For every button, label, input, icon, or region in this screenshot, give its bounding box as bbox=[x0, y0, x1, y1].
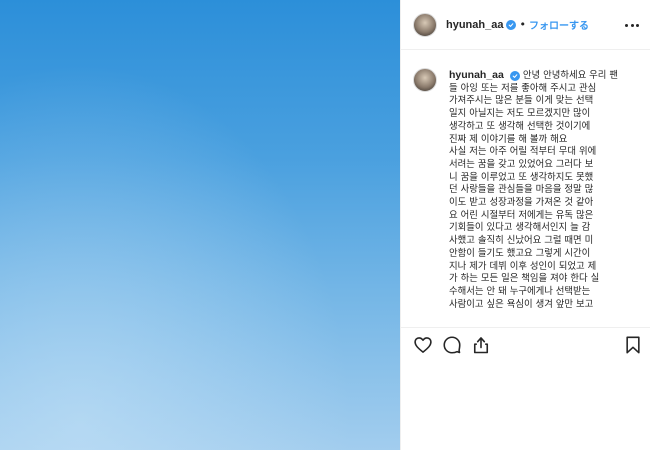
heart-icon[interactable] bbox=[413, 335, 433, 355]
caption-line: 안함이 들기도 했고요 그렇게 시간이 bbox=[449, 247, 591, 259]
caption-line: 요 어린 시절부터 저에게는 유독 많은 bbox=[449, 209, 594, 221]
caption-username[interactable]: hyunah_aa bbox=[449, 69, 504, 81]
follow-button[interactable]: フォローする bbox=[529, 17, 589, 32]
caption-line: 기회들이 있다고 생각해서인지 늘 감 bbox=[449, 222, 591, 234]
more-dot bbox=[625, 23, 628, 27]
post-caption: hyunah_aa 안녕 안녕하세요 우리 팬들 아잉 또는 저를 좋아해 주시… bbox=[449, 69, 641, 311]
post-photo[interactable] bbox=[0, 0, 400, 450]
post-side-panel: hyunah_aa • フォローする hyunah_aa 안녕 안녕하세요 우리… bbox=[400, 0, 650, 450]
caption-line: 수해서는 안 돼 누구에게나 선택받는 bbox=[449, 285, 591, 297]
caption-line: 사람이고 싶은 욕심이 생겨 앞만 보고 bbox=[449, 298, 594, 310]
post-header: hyunah_aa • フォローする bbox=[401, 0, 650, 50]
avatar[interactable] bbox=[413, 12, 437, 37]
comments-area[interactable]: hyunah_aa 안녕 안녕하세요 우리 팬들 아잉 또는 저를 좋아해 주시… bbox=[401, 51, 650, 327]
caption-line: 일지 아닐지는 저도 모르겠지만 많이 bbox=[449, 108, 591, 120]
caption-line: 던 사랑들을 관심들을 마음을 정말 많 bbox=[449, 184, 594, 196]
header-username[interactable]: hyunah_aa bbox=[446, 19, 503, 31]
caption-line: 가 하는 모든 일은 책임을 져야 한다 실 bbox=[449, 273, 600, 285]
photo-sky-haze bbox=[0, 0, 400, 450]
caption-line: 가져주시는 많은 분들 이게 맞는 선택 bbox=[449, 95, 594, 107]
caption-line: 서려는 꿈을 갖고 있었어요 그러다 보 bbox=[449, 158, 594, 170]
header-separator: • bbox=[519, 18, 526, 31]
more-dot bbox=[630, 23, 634, 27]
more-dot bbox=[636, 23, 639, 27]
caption-line: 사했고 솔직히 신났어요 그럴 때면 미 bbox=[449, 235, 594, 247]
caption-line: 들 아잉 또는 저를 좋아해 주시고 관심 bbox=[449, 82, 597, 94]
caption-line: 사실 저는 아주 어릴 적부터 무대 위에 bbox=[449, 146, 597, 158]
share-icon[interactable] bbox=[471, 335, 491, 355]
caption-line: 안녕 안녕하세요 우리 팬 bbox=[522, 70, 619, 81]
caption-text: 안녕 안녕하세요 우리 팬들 아잉 또는 저를 좋아해 주시고 관심 가져주시는 … bbox=[449, 70, 618, 310]
comment-icon[interactable] bbox=[442, 335, 462, 355]
action-bar bbox=[401, 327, 650, 361]
caption-line: 진짜 제 이야기를 해 볼까 해요 bbox=[449, 133, 568, 145]
bookmark-icon[interactable] bbox=[623, 335, 643, 355]
caption-line: 이도 받고 성장과정을 가져온 것 같아 bbox=[449, 197, 594, 209]
caption-line: 지나 제가 데뷔 이후 성인이 되었고 제 bbox=[449, 260, 597, 272]
more-options-icon[interactable] bbox=[625, 18, 639, 32]
caption-line: 니 꿈을 이루었고 또 생각하지도 못했 bbox=[449, 171, 594, 183]
caption-line: 생각하고 또 생각해 선택한 것이기에 bbox=[449, 120, 591, 132]
verified-badge-icon bbox=[509, 71, 520, 81]
verified-badge-icon bbox=[506, 19, 517, 30]
caption-avatar[interactable] bbox=[413, 68, 437, 92]
